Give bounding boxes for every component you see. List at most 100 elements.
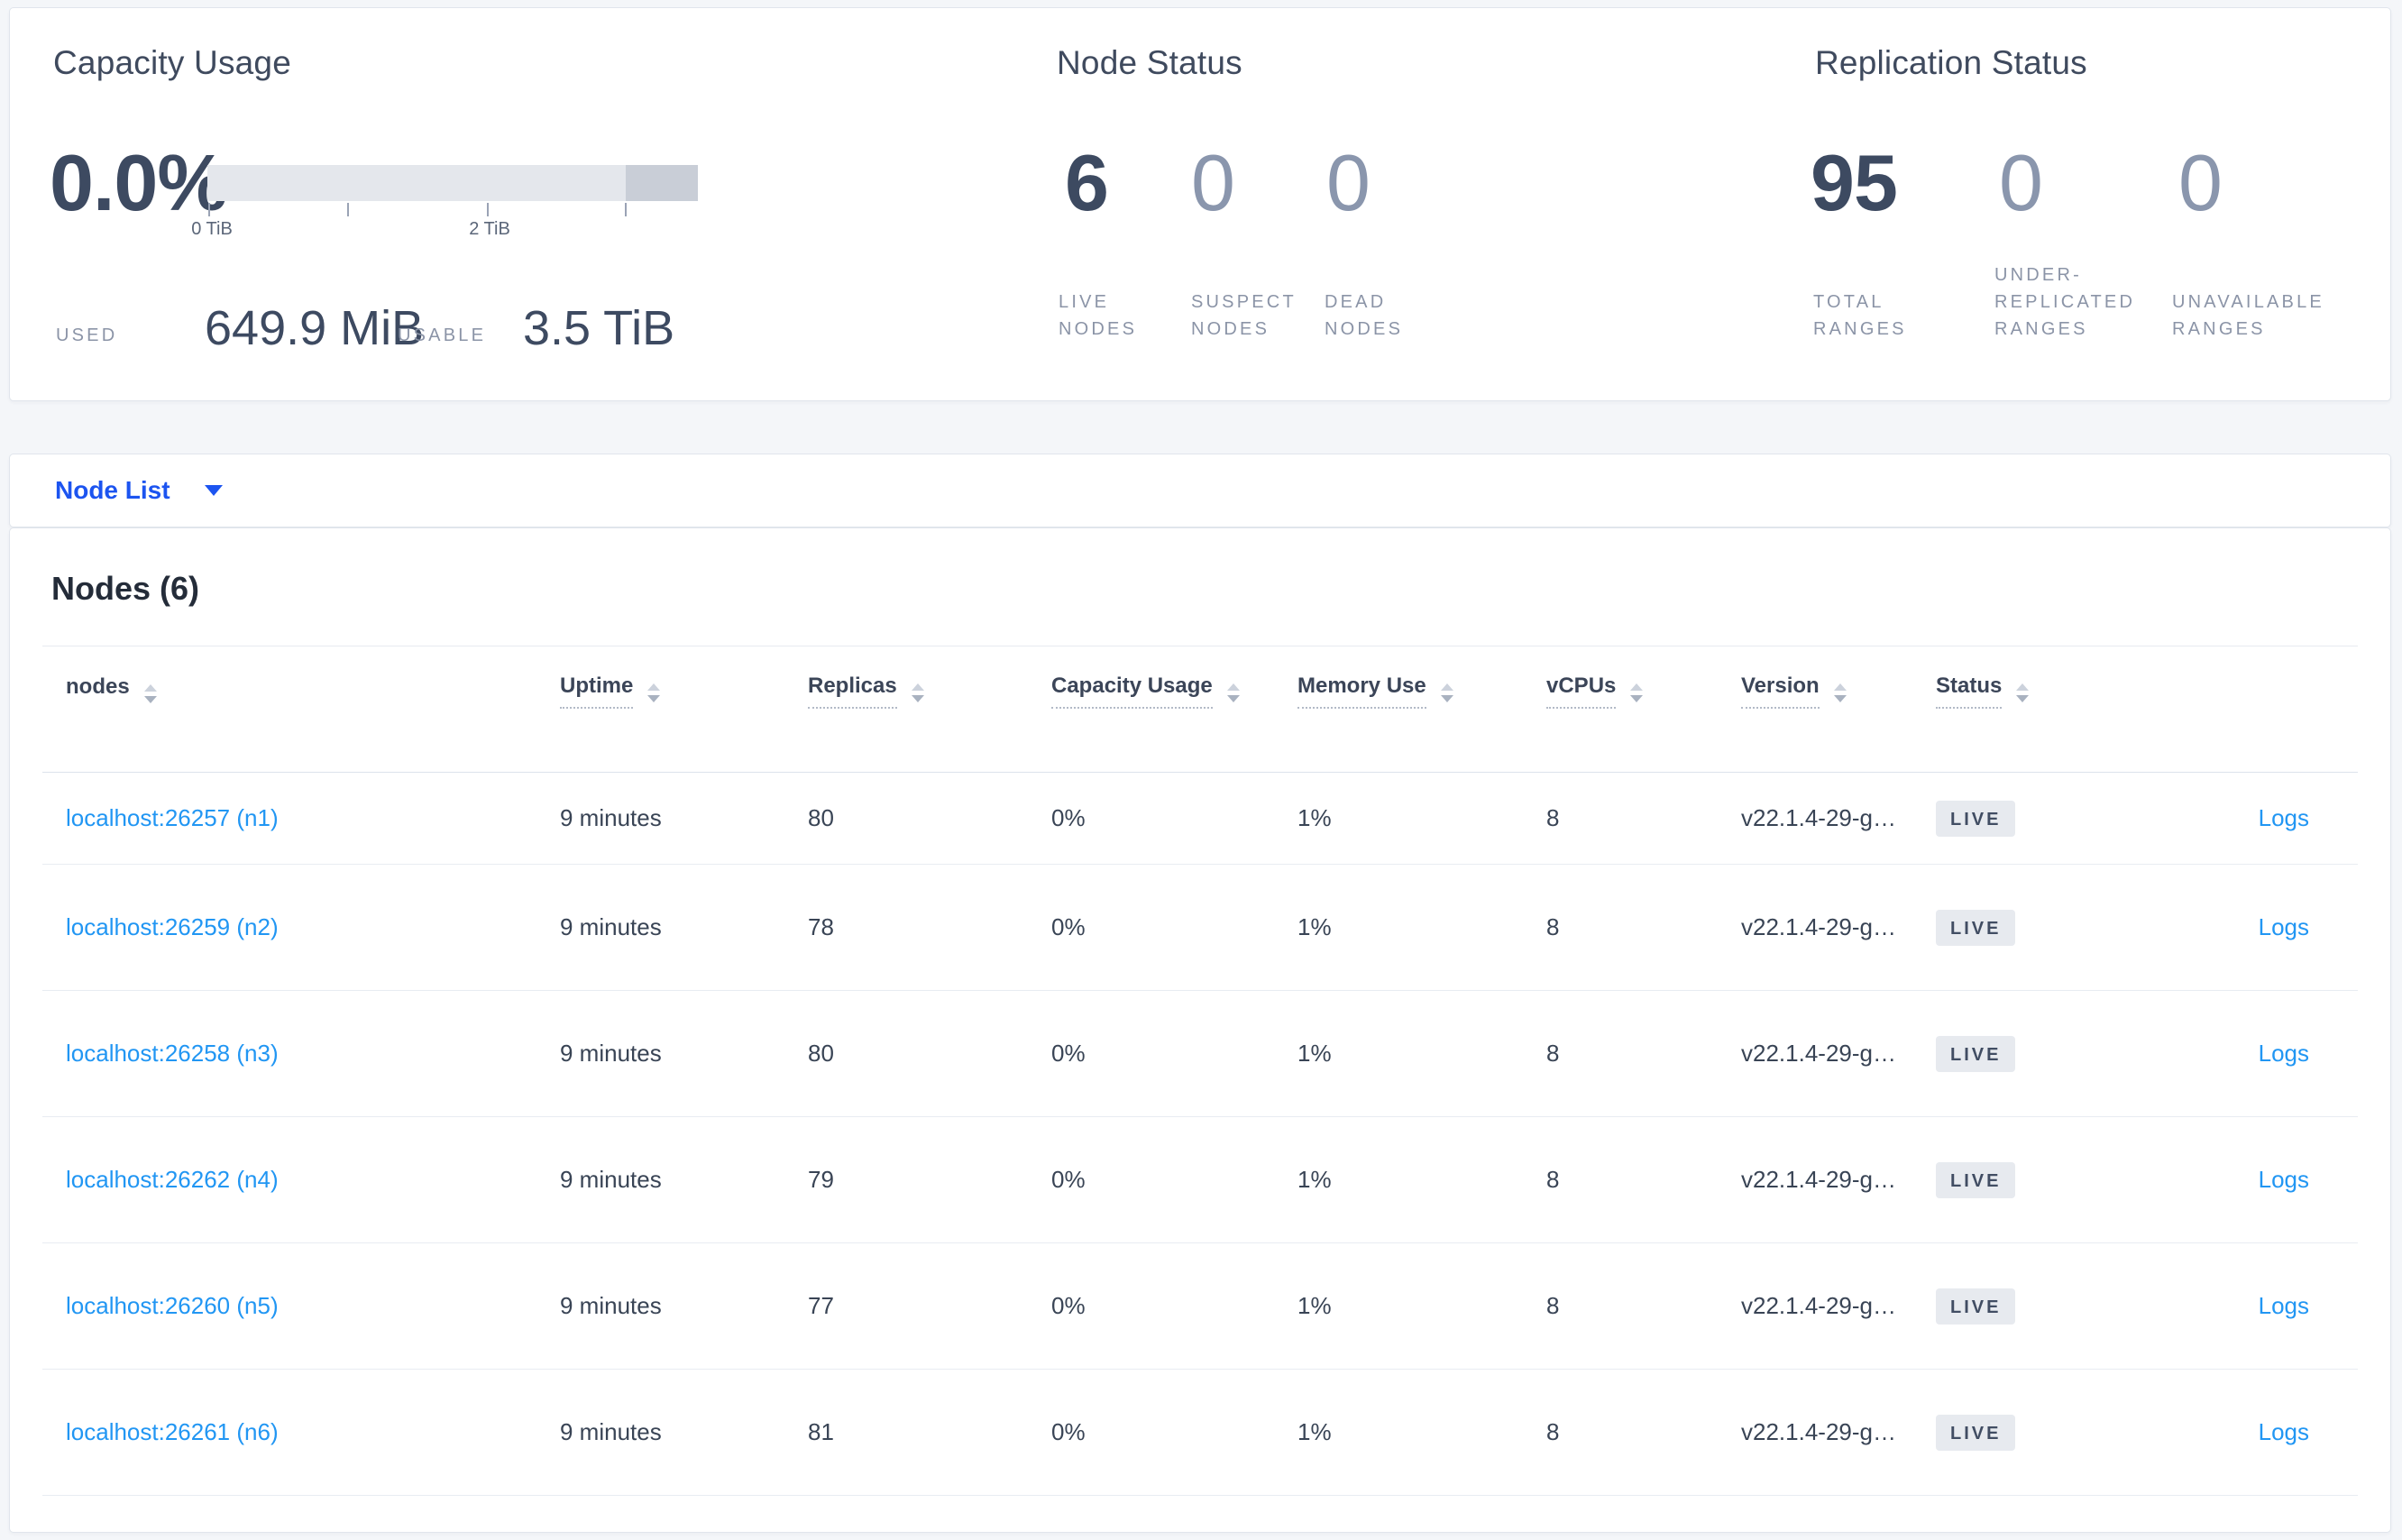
capacity-axis-tick: [347, 203, 349, 216]
capacity-axis-tick: [487, 203, 489, 216]
node-link[interactable]: localhost:26261 (n6): [66, 1418, 279, 1445]
sort-caret-icon: [1834, 683, 1847, 702]
unavailable-ranges-label: UNAVAILABLE RANGES: [2172, 292, 2324, 339]
logs-link[interactable]: Logs: [2259, 1040, 2309, 1067]
total-ranges-label: TOTAL RANGES: [1813, 292, 1907, 339]
node-link[interactable]: localhost:26262 (n4): [66, 1166, 279, 1193]
capacity-usage-bar: [207, 165, 698, 201]
column-header-label: Version: [1741, 674, 1820, 709]
logs-cell: Logs: [2120, 1369, 2358, 1496]
status-cell: LIVE: [1912, 1116, 2120, 1243]
replication-status-title: Replication Status: [1815, 44, 2087, 81]
table-header-row: nodes Uptime Replicas Capacity Usage Memory …: [42, 646, 2358, 773]
logs-link[interactable]: Logs: [2259, 1292, 2309, 1319]
column-header-label: Status: [1936, 674, 2003, 709]
caret-down-icon: [204, 485, 223, 496]
capacity-usable-label: USABLE: [398, 325, 487, 345]
version-cell: v22.1.4-29-g…: [1718, 1369, 1912, 1496]
sort-caret-icon: [1441, 683, 1453, 702]
capacity-used-label: USED: [56, 325, 118, 345]
capacity-usage-title: Capacity Usage: [53, 44, 291, 81]
column-header-label: vCPUs: [1546, 674, 1617, 709]
column-header-version[interactable]: Version: [1718, 646, 1912, 773]
uptime-cell: 9 minutes: [536, 772, 784, 865]
node-link[interactable]: localhost:26257 (n1): [66, 804, 279, 831]
version-cell: v22.1.4-29-g…: [1718, 1242, 1912, 1370]
sort-caret-icon: [2016, 683, 2029, 702]
memory_use-cell: 1%: [1274, 990, 1523, 1117]
column-header-memory_use[interactable]: Memory Use: [1274, 646, 1523, 773]
node-status-title: Node Status: [1057, 44, 1242, 81]
node-link[interactable]: localhost:26259 (n2): [66, 913, 279, 940]
capacity-axis-tick: [208, 203, 210, 216]
capacity-usable-value: 3.5 TiB: [523, 301, 675, 355]
capacity-axis-label-0: 0 TiB: [191, 219, 233, 239]
live-nodes-label: LIVE NODES: [1059, 292, 1138, 339]
column-header-uptime[interactable]: Uptime: [536, 646, 784, 773]
replicas-cell: 77: [784, 1242, 1028, 1370]
capacity_usage-cell: 0%: [1028, 772, 1274, 865]
sort-caret-icon: [912, 683, 924, 702]
memory_use-cell: 1%: [1274, 1116, 1523, 1243]
column-header-logs: [2120, 646, 2358, 773]
nodes-table-card: Nodes (6) nodes Uptime Replicas Capacity Us…: [9, 527, 2391, 1533]
total-ranges-count: 95: [1811, 138, 1898, 227]
sort-caret-icon: [1227, 683, 1240, 702]
column-header-capacity_usage[interactable]: Capacity Usage: [1028, 646, 1274, 773]
logs-link[interactable]: Logs: [2259, 1166, 2309, 1193]
uptime-cell: 9 minutes: [536, 1242, 784, 1370]
vcpus-cell: 8: [1523, 1242, 1718, 1370]
under-replicated-ranges-count: 0: [1999, 138, 2043, 227]
version-cell: v22.1.4-29-g…: [1718, 990, 1912, 1117]
unavailable-ranges-count: 0: [2178, 138, 2223, 227]
logs-link[interactable]: Logs: [2259, 804, 2309, 831]
memory_use-cell: 1%: [1274, 1369, 1523, 1496]
replicas-cell: 80: [784, 990, 1028, 1117]
suspect-nodes-count: 0: [1191, 138, 1235, 227]
cluster-summary-card: Capacity Usage 0.0% 0 TiB 2 TiB USED 649…: [9, 7, 2391, 401]
column-header-label: nodes: [66, 674, 130, 699]
table-row: localhost:26259 (n2) 9 minutes 78 0% 1% 8 v22.…: [42, 864, 2358, 991]
uptime-cell: 9 minutes: [536, 990, 784, 1117]
status-cell: LIVE: [1912, 772, 2120, 865]
logs-link[interactable]: Logs: [2259, 1418, 2309, 1445]
sort-caret-icon: [144, 684, 157, 703]
table-row: localhost:26258 (n3) 9 minutes 80 0% 1% 8 v22.…: [42, 990, 2358, 1117]
status-cell: LIVE: [1912, 1369, 2120, 1496]
replicas-cell: 81: [784, 1369, 1028, 1496]
capacity_usage-cell: 0%: [1028, 1116, 1274, 1243]
status-badge: LIVE: [1936, 1161, 2016, 1198]
capacity_usage-cell: 0%: [1028, 990, 1274, 1117]
node-link[interactable]: localhost:26258 (n3): [66, 1040, 279, 1067]
table-row: localhost:26262 (n4) 9 minutes 79 0% 1% 8 v22.…: [42, 1116, 2358, 1243]
version-cell: v22.1.4-29-g…: [1718, 1116, 1912, 1243]
under-replicated-ranges-label: UNDER-REPLICATED RANGES: [1994, 265, 2136, 339]
logs-cell: Logs: [2120, 990, 2358, 1117]
memory_use-cell: 1%: [1274, 772, 1523, 865]
capacity-used-value: 649.9 MiB: [205, 301, 425, 355]
column-header-vcpus[interactable]: vCPUs: [1523, 646, 1718, 773]
vcpus-cell: 8: [1523, 1116, 1718, 1243]
capacity-used-percent: 0.0%: [50, 138, 228, 227]
status-badge: LIVE: [1936, 909, 2016, 946]
replicas-cell: 78: [784, 864, 1028, 991]
column-header-label: Replicas: [808, 674, 897, 709]
live-nodes-count: 6: [1065, 138, 1109, 227]
node-link[interactable]: localhost:26260 (n5): [66, 1292, 279, 1319]
table-row: localhost:26260 (n5) 9 minutes 77 0% 1% 8 v22.…: [42, 1242, 2358, 1370]
suspect-nodes-label: SUSPECT NODES: [1191, 292, 1297, 339]
column-header-node[interactable]: nodes: [42, 646, 536, 773]
column-header-label: Capacity Usage: [1051, 674, 1213, 709]
status-badge: LIVE: [1936, 1035, 2016, 1072]
sort-caret-icon: [1630, 683, 1643, 702]
status-badge: LIVE: [1936, 1288, 2016, 1325]
column-header-status[interactable]: Status: [1912, 646, 2120, 773]
capacity_usage-cell: 0%: [1028, 864, 1274, 991]
view-selector-dropdown[interactable]: Node List: [9, 454, 2391, 527]
status-cell: LIVE: [1912, 990, 2120, 1117]
capacity-bar-segment: [626, 165, 698, 201]
memory_use-cell: 1%: [1274, 864, 1523, 991]
status-cell: LIVE: [1912, 864, 2120, 991]
column-header-replicas[interactable]: Replicas: [784, 646, 1028, 773]
logs-link[interactable]: Logs: [2259, 913, 2309, 940]
